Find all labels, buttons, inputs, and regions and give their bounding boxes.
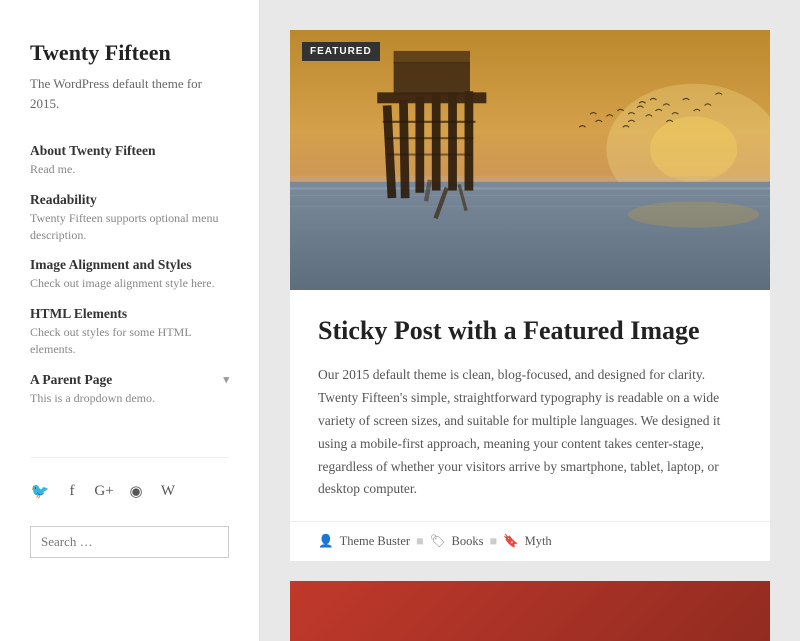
post-excerpt: Our 2015 default theme is clean, blog-fo…: [318, 364, 742, 502]
main-content: FEATURED: [260, 0, 800, 641]
nav-item-label-image-alignment[interactable]: Image Alignment and Styles: [30, 257, 229, 273]
footer-separator-1: ■: [416, 534, 424, 549]
category-icon: 🏷: [430, 534, 446, 549]
nav-item-label-about[interactable]: About Twenty Fifteen: [30, 143, 229, 159]
sidebar: Twenty Fifteen The WordPress default the…: [0, 0, 260, 641]
dropdown-arrow-a-parent-page[interactable]: ▾: [223, 373, 229, 386]
nav-item-desc-html-elements: Check out styles for some HTML elements.: [30, 324, 229, 358]
facebook-icon[interactable]: f: [62, 482, 82, 502]
nav-item-label-readability[interactable]: Readability: [30, 192, 229, 208]
nav-item-image-alignment[interactable]: Image Alignment and Styles Check out imag…: [30, 257, 229, 292]
nav-item-desc-about: Read me.: [30, 161, 229, 178]
nav-item-about[interactable]: About Twenty Fifteen Read me.: [30, 143, 229, 178]
featured-image-wrapper: FEATURED: [290, 30, 770, 290]
author-icon: 👤: [318, 534, 334, 549]
nav-item-desc-image-alignment: Check out image alignment style here.: [30, 275, 229, 292]
nav-item-label-html-elements[interactable]: HTML Elements: [30, 306, 229, 322]
site-title: Twenty Fifteen: [30, 40, 229, 66]
github-icon[interactable]: ◉: [126, 482, 146, 502]
post-title[interactable]: Sticky Post with a Featured Image: [318, 314, 742, 348]
site-description: The WordPress default theme for 2015.: [30, 74, 229, 113]
nav-item-readability[interactable]: Readability Twenty Fifteen supports optio…: [30, 192, 229, 244]
post-footer: 👤 Theme Buster ■ 🏷 Books ■ 🔖 Myth: [290, 521, 770, 561]
nav-item-a-parent-page[interactable]: A Parent Page▾ This is a dropdown demo.: [30, 372, 229, 407]
tag-icon: 🔖: [503, 534, 519, 549]
post-card: FEATURED: [290, 30, 770, 561]
post-body: Sticky Post with a Featured Image Our 20…: [290, 290, 770, 521]
twitter-icon[interactable]: 🐦: [30, 482, 50, 502]
footer-separator-2: ■: [489, 534, 497, 549]
second-post-teaser: [290, 581, 770, 641]
post-tag[interactable]: Myth: [525, 534, 552, 549]
post-author[interactable]: Theme Buster: [340, 534, 410, 549]
featured-image: [290, 30, 770, 290]
nav-item-desc-readability: Twenty Fifteen supports optional menu de…: [30, 210, 229, 244]
googleplus-icon[interactable]: G+: [94, 482, 114, 502]
nav-menu: About Twenty Fifteen Read me. Readability T…: [30, 143, 229, 421]
search-input[interactable]: [30, 526, 229, 558]
nav-item-html-elements[interactable]: HTML Elements Check out styles for some H…: [30, 306, 229, 358]
featured-badge: FEATURED: [302, 42, 380, 61]
social-icons: 🐦 f G+ ◉ W: [30, 482, 229, 502]
nav-divider: [30, 457, 229, 458]
wordpress-icon[interactable]: W: [158, 482, 178, 502]
nav-item-desc-a-parent-page: This is a dropdown demo.: [30, 390, 229, 407]
nav-item-label-a-parent-page[interactable]: A Parent Page▾: [30, 372, 229, 388]
post-category[interactable]: Books: [451, 534, 483, 549]
